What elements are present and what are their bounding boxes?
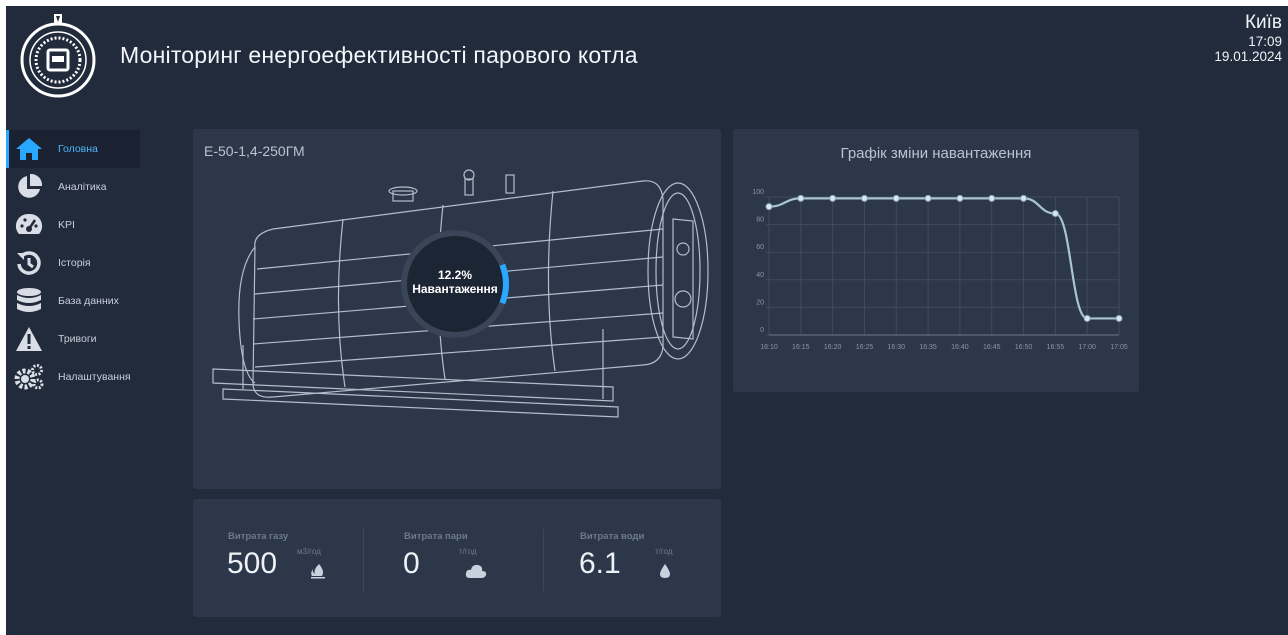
- metric-value: 500: [227, 547, 278, 580]
- sidebar-item-label: Налаштування: [58, 371, 131, 383]
- clock-widget: Київ 17:09 19.01.2024: [1214, 12, 1282, 64]
- divider: [363, 529, 364, 591]
- sidebar-item-analytics[interactable]: Аналітика: [6, 168, 140, 206]
- load-gauge: 12.2% Навантаження: [397, 226, 513, 342]
- chart-y-tick-label: 40: [756, 272, 764, 279]
- chart-data-point: [829, 194, 837, 202]
- metric-value: 6.1: [579, 547, 621, 580]
- load-value: 12.2%: [437, 268, 473, 282]
- sidebar-item-label: KPI: [58, 219, 75, 231]
- warning-icon: [14, 324, 44, 354]
- metric-steam: Витрата пари 0 т/год: [369, 499, 545, 617]
- sidebar-item-database[interactable]: База данних: [6, 282, 140, 320]
- metric-unit: т/год: [655, 547, 673, 556]
- cloud-icon: [465, 564, 487, 578]
- chart-x-tick-label: 16:30: [888, 344, 906, 351]
- chart-data-point: [1115, 314, 1123, 322]
- sidebar-item-home[interactable]: Головна: [6, 130, 140, 168]
- home-icon: [14, 134, 44, 164]
- water-drop-icon: [660, 564, 670, 578]
- time-label: 17:09: [1248, 34, 1282, 49]
- sidebar-nav: Головна Аналітика KPI Історія База данни…: [6, 130, 140, 396]
- history-icon: [14, 248, 44, 278]
- sidebar-item-label: Тривоги: [58, 333, 97, 345]
- chart-data-point: [956, 194, 964, 202]
- sidebar-item-label: Головна: [58, 143, 98, 155]
- load-label: Навантаження: [412, 282, 498, 296]
- chart-x-tick-label: 16:40: [951, 344, 969, 351]
- chart-data-point: [924, 194, 932, 202]
- chart-x-tick-label: 16:35: [919, 344, 937, 351]
- metric-value: 0: [403, 547, 420, 580]
- gears-icon: [14, 362, 44, 392]
- date-label: 19.01.2024: [1214, 49, 1282, 64]
- chart-y-tick-label: 20: [756, 299, 764, 306]
- chart-x-tick-label: 17:05: [1110, 344, 1128, 351]
- chart-series-line: [768, 197, 1119, 320]
- sidebar-item-alarms[interactable]: Тривоги: [6, 320, 140, 358]
- app-window: Моніторинг енергоефективності парового к…: [6, 6, 1288, 635]
- chart-x-tick-label: 16:25: [856, 344, 874, 351]
- chart-data-point: [1020, 194, 1028, 202]
- chart-data-point: [892, 194, 900, 202]
- metric-water: Витрата води 6.1 т/год: [545, 499, 721, 617]
- boiler-model: Е-50-1,4-250ГМ: [204, 143, 305, 159]
- sidebar-item-label: Аналітика: [58, 181, 107, 193]
- gauge-icon: [14, 210, 44, 240]
- chart-x-tick-label: 16:55: [1047, 344, 1065, 351]
- metric-label: Витрата води: [580, 531, 645, 542]
- metric-label: Витрата газу: [228, 531, 289, 542]
- pie-chart-icon: [14, 172, 44, 202]
- sidebar-item-history[interactable]: Історія: [6, 244, 140, 282]
- chart-title: Графік зміни навантаження: [840, 145, 1032, 162]
- divider: [543, 529, 544, 591]
- chart-data-point: [765, 203, 773, 211]
- boiler-panel: Е-50-1,4-250ГМ 12.2% Навантаження: [193, 129, 721, 489]
- load-chart-panel: 0 20 40 60 80 100 16:10 16:15 16:20 16:25 16:30 16:…: [733, 129, 1139, 392]
- metric-unit: м3/год: [297, 547, 321, 556]
- chart-x-tick-label: 17:00: [1078, 344, 1096, 351]
- chart-y-tick-label: 60: [756, 244, 764, 251]
- metric-unit: т/год: [459, 547, 477, 556]
- university-logo: [20, 14, 96, 98]
- city-label: Київ: [1244, 12, 1282, 33]
- sidebar-item-kpi[interactable]: KPI: [6, 206, 140, 244]
- chart-data-point: [1051, 210, 1059, 218]
- sidebar-item-settings[interactable]: Налаштування: [6, 358, 140, 396]
- sidebar-item-label: База данних: [58, 295, 119, 307]
- chart-x-tick-label: 16:15: [792, 344, 810, 351]
- metric-gas: Витрата газу 500 м3/год: [193, 499, 369, 617]
- chart-x-tick-label: 16:45: [983, 344, 1001, 351]
- chart-y-tick-label: 80: [756, 217, 764, 224]
- database-icon: [14, 286, 44, 316]
- chart-y-tick-label: 0: [760, 327, 764, 334]
- chart-data-point: [797, 194, 805, 202]
- chart-y-tick-label: 100: [752, 189, 764, 196]
- chart-x-tick-label: 16:20: [824, 344, 842, 351]
- page-title: Моніторинг енергоефективності парового к…: [120, 42, 638, 68]
- metrics-panel: Витрата газу 500 м3/год Витрата пари 0 т…: [193, 499, 721, 617]
- metric-label: Витрата пари: [404, 531, 468, 542]
- chart-data-point: [1083, 314, 1091, 322]
- chart-x-tick-label: 16:10: [760, 344, 778, 351]
- load-line-chart: 0 20 40 60 80 100 16:10 16:15 16:20 16:25 16:30 16:…: [752, 189, 1128, 351]
- sidebar-item-label: Історія: [58, 257, 91, 269]
- flame-icon: [311, 564, 325, 579]
- chart-data-point: [988, 194, 996, 202]
- chart-data-point: [860, 194, 868, 202]
- chart-x-tick-label: 16:50: [1015, 344, 1033, 351]
